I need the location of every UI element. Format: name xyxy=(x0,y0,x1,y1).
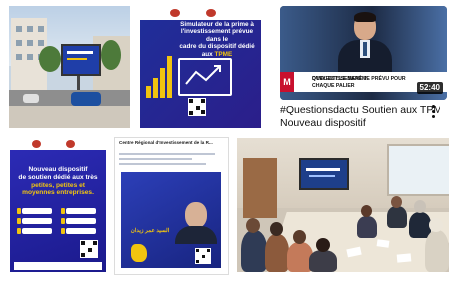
document-title: Centre Régional d'Investissement de la R… xyxy=(119,140,213,145)
poster-header-logos xyxy=(10,138,106,150)
meeting-attendee xyxy=(293,230,306,244)
billboard xyxy=(61,44,101,76)
video-duration-badge: 52:40 xyxy=(416,82,443,94)
photo-tree xyxy=(101,40,121,70)
meeting-attendee xyxy=(361,205,372,217)
qr-code xyxy=(80,240,98,258)
laptop-graphic xyxy=(178,58,232,96)
more-vert-icon[interactable] xyxy=(429,104,437,120)
video-thumbnail[interactable]: M QUEL EST LE BARÈME PRÉVU POUR CHAQUE P… xyxy=(280,6,447,100)
poster-bullet xyxy=(17,218,52,224)
meeting-attendee xyxy=(265,234,289,272)
image-tile-street-billboard[interactable] xyxy=(9,6,130,128)
image-tile-dispositif-poster[interactable]: Nouveau dispositif de soutien dédié aux … xyxy=(10,138,106,272)
meeting-attendee xyxy=(316,238,330,252)
table-document xyxy=(396,253,412,263)
poster-bullet xyxy=(61,228,96,234)
poster-bullet xyxy=(61,208,96,214)
presenter-hair xyxy=(354,12,376,22)
meeting-attendee xyxy=(309,250,337,272)
image-tile-crt-document[interactable]: Centre Régional d'Investissement de la R… xyxy=(114,137,229,275)
meeting-attendee xyxy=(429,218,443,232)
meeting-attendee xyxy=(391,196,402,208)
video-title[interactable]: #Questionsdactu Soutien aux TPME Nouveau… xyxy=(280,104,440,130)
poster-arabic-title: ​ xyxy=(123,180,219,186)
meeting-attendee xyxy=(387,206,407,228)
meeting-attendee xyxy=(241,230,267,272)
lower-third-text: QUEL EST LE BARÈME PRÉVU POUR CHAQUE PAL… xyxy=(312,76,406,89)
poster-footer-logo xyxy=(170,117,234,125)
photo-car xyxy=(71,92,101,106)
document-text-lines xyxy=(119,150,223,168)
poster-title: Nouveau dispositif de soutien dédié aux … xyxy=(18,166,98,197)
person-face xyxy=(185,202,207,228)
presentation-screen xyxy=(299,158,349,190)
meeting-attendee xyxy=(357,216,377,238)
poster-title: Simulateur de la prime à l'investissemen… xyxy=(179,21,255,58)
image-tile-simulator-poster[interactable]: Simulateur de la prime à l'investissemen… xyxy=(140,6,261,128)
meeting-attendee xyxy=(270,222,283,236)
meeting-attendee xyxy=(414,200,426,213)
poster-footer xyxy=(14,262,102,270)
channel-logo: M xyxy=(280,72,294,92)
qr-code xyxy=(188,98,206,116)
poster-header-logos xyxy=(140,6,261,20)
meeting-attendee xyxy=(425,230,449,272)
map-graphic xyxy=(131,244,147,262)
photo-car xyxy=(23,94,39,103)
table-document xyxy=(376,239,390,248)
poster-bullet xyxy=(17,228,52,234)
photo-door xyxy=(243,158,277,218)
image-tile-meeting-room[interactable] xyxy=(237,138,449,272)
presenter-tie xyxy=(363,42,367,56)
embedded-poster: ​ السيد عمر زيدان xyxy=(121,172,221,268)
poster-person-name: السيد عمر زيدان xyxy=(130,228,170,234)
poster-bullet xyxy=(17,208,52,214)
photo-sidewalk xyxy=(9,106,130,128)
person-suit xyxy=(175,226,217,244)
qr-code xyxy=(195,248,211,264)
photo-tree xyxy=(39,46,61,72)
meeting-attendee xyxy=(246,218,260,233)
poster-bullet xyxy=(61,218,96,224)
bar-graphic xyxy=(146,50,176,98)
photo-window xyxy=(387,144,449,196)
